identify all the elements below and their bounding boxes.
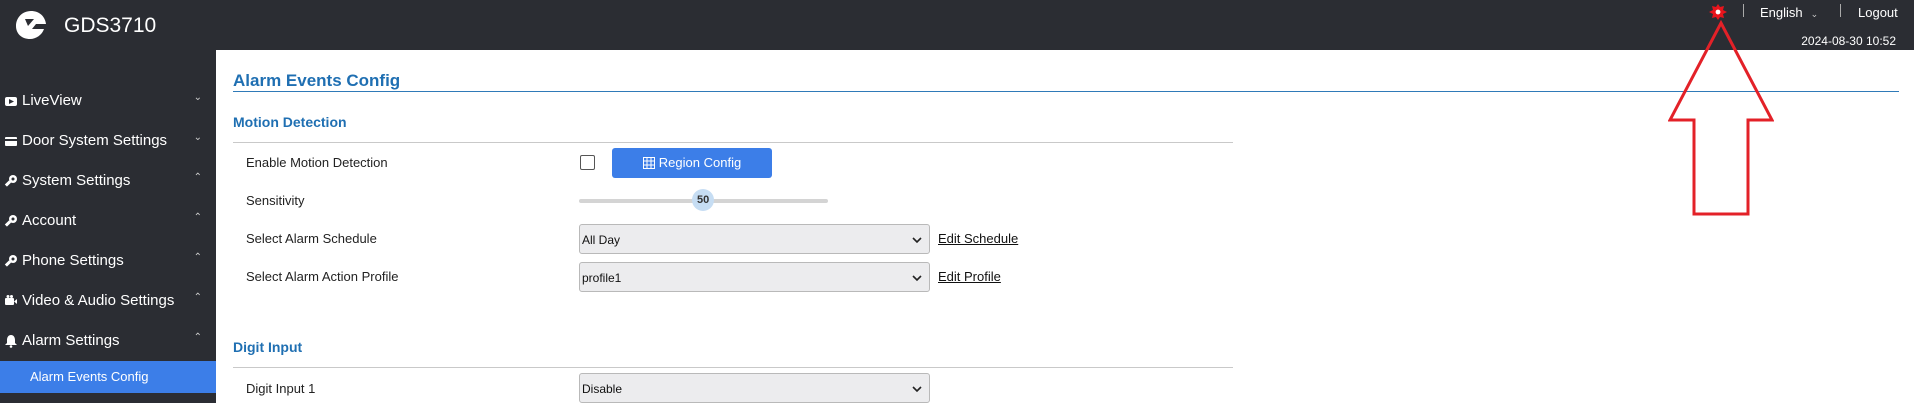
edit-schedule-link[interactable]: Edit Schedule	[938, 231, 1018, 246]
sidebar-subitem-label: Alarm Events Config	[30, 369, 149, 384]
language-label: English	[1760, 5, 1803, 20]
digit-input-1-select[interactable]: Disable	[579, 373, 930, 403]
alarm-action-profile-select[interactable]: profile1	[579, 262, 930, 292]
sidebar-item-label: Alarm Settings	[22, 332, 120, 349]
section-title-digit-input: Digit Input	[233, 339, 303, 355]
sidebar-item-account[interactable]: Account ⌃	[0, 201, 216, 241]
region-config-button[interactable]: Region Config	[612, 148, 772, 178]
sidebar-item-door-system-settings[interactable]: Door System Settings ⌄	[0, 121, 216, 161]
phone-icon	[4, 255, 17, 267]
chevron-up-icon: ⌃	[193, 332, 202, 343]
chevron-down-icon	[912, 237, 922, 244]
sidebar-item-phone-settings[interactable]: Phone Settings ⌃	[0, 241, 216, 281]
header-separator	[1743, 4, 1744, 17]
edit-profile-link[interactable]: Edit Profile	[938, 269, 1001, 284]
chevron-up-icon: ⌃	[193, 172, 202, 183]
grid-icon	[642, 157, 655, 169]
sidebar-item-liveview[interactable]: LiveView ⌄	[0, 81, 216, 121]
language-select[interactable]: English ⌄	[1760, 5, 1818, 20]
alarm-action-profile-label: Select Alarm Action Profile	[246, 269, 399, 284]
sidebar-item-system-settings[interactable]: System Settings ⌃	[0, 161, 216, 201]
sensitivity-label: Sensitivity	[246, 193, 305, 208]
region-config-label: Region Config	[658, 155, 742, 170]
video-camera-icon	[5, 295, 17, 305]
section-divider	[233, 367, 1233, 368]
enable-motion-checkbox[interactable]	[580, 155, 595, 170]
title-divider	[233, 91, 1899, 92]
logout-link[interactable]: Logout	[1858, 5, 1898, 20]
bell-icon	[5, 335, 17, 348]
sidebar-item-label: System Settings	[22, 172, 131, 189]
sidebar-item-alarm-settings[interactable]: Alarm Settings ⌃	[0, 321, 216, 361]
current-datetime: 2024-08-30 10:52	[1801, 34, 1896, 48]
chevron-up-icon: ⌃	[193, 292, 202, 303]
grandstream-logo-icon	[16, 11, 46, 39]
section-title-motion-detection: Motion Detection	[233, 114, 347, 130]
digit-input-1-label: Digit Input 1	[246, 381, 316, 396]
section-divider	[233, 142, 1233, 143]
alarm-schedule-label: Select Alarm Schedule	[246, 231, 377, 246]
sensitivity-value: 50	[697, 194, 710, 206]
page-title: Alarm Events Config	[233, 71, 401, 90]
sidebar-item-label: Door System Settings	[22, 132, 168, 149]
alarm-schedule-value: All Day	[582, 233, 621, 247]
chevron-up-icon: ⌃	[193, 252, 202, 263]
video-icon	[5, 97, 17, 106]
sidebar-subitem-alarm-events-config[interactable]: Alarm Events Config	[0, 361, 216, 393]
key-icon	[4, 215, 17, 227]
alarm-action-profile-value: profile1	[582, 271, 622, 285]
alarm-schedule-select[interactable]: All Day	[579, 224, 930, 254]
brand-title: GDS3710	[64, 14, 157, 37]
annotation-arrow-icon	[1668, 20, 1774, 216]
sidebar-item-video-audio-settings[interactable]: Video & Audio Settings ⌃	[0, 281, 216, 321]
chevron-down-icon: ⌄	[193, 132, 202, 143]
chevron-down-icon: ⌄	[193, 92, 202, 103]
sidebar-item-label: Video & Audio Settings	[22, 292, 175, 309]
chevron-down-icon	[912, 275, 922, 282]
top-bar: GDS3710 English ⌄ Logout 2024-08-30 10:52	[0, 0, 1914, 50]
chevron-down-icon: ⌄	[1810, 9, 1819, 19]
wrench-icon	[4, 175, 17, 187]
card-icon	[5, 137, 17, 146]
enable-motion-label: Enable Motion Detection	[246, 155, 388, 170]
chevron-down-icon	[912, 386, 922, 393]
header-separator	[1840, 4, 1841, 17]
sidebar-item-label: LiveView	[22, 92, 82, 109]
chevron-up-icon: ⌃	[193, 212, 202, 223]
sidebar-item-label: Account	[22, 212, 77, 229]
sidebar-item-label: Phone Settings	[22, 252, 124, 269]
digit-input-1-value: Disable	[582, 382, 623, 396]
alert-gear-icon[interactable]	[1708, 3, 1728, 21]
